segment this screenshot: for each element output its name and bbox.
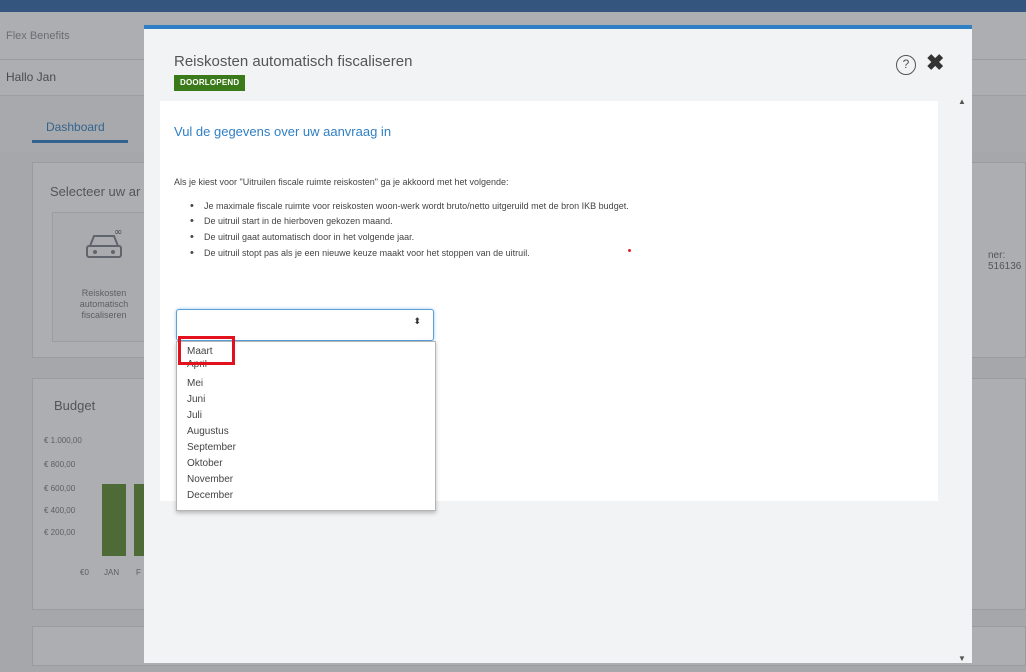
month-option-juli[interactable]: Juli [177,408,435,424]
scroll-up-icon[interactable]: ▲ [958,97,966,106]
scroll-down-icon[interactable]: ▼ [958,654,966,663]
list-item: De uitruil stopt pas als je een nieuwe k… [190,247,750,259]
month-option-juni[interactable]: Juni [177,392,435,408]
list-item: De uitruil gaat automatisch door in het … [190,231,750,243]
month-option-december[interactable]: December [177,488,435,504]
close-icon[interactable]: ✖ [926,51,944,75]
month-option-november[interactable]: November [177,472,435,488]
month-option-mei[interactable]: Mei [177,376,435,392]
list-item: De uitruil start in de hierboven gekozen… [190,215,750,227]
intro-text: Als je kiest voor "Uitruilen fiscale rui… [174,177,509,187]
modal-title: Reiskosten automatisch fiscaliseren [174,53,413,70]
list-item: Je maximale fiscale ruimte voor reiskost… [190,200,750,212]
conditions-list: Je maximale fiscale ruimte voor reiskost… [190,200,750,263]
month-option-oktober[interactable]: Oktober [177,456,435,472]
form-heading: Vul de gegevens over uw aanvraag in [174,124,392,139]
select-arrows-icon: ⬍ [413,316,421,326]
help-icon[interactable]: ? [896,55,916,75]
modal-scrollbar[interactable]: ▲ ▼ [956,97,970,667]
status-badge: DOORLOPEND [174,75,246,91]
month-dropdown-list: Maart April Mei Juni Juli Augustus Septe… [176,341,436,511]
month-option-augustus[interactable]: Augustus [177,424,435,440]
highlight-annotation [178,336,235,365]
red-dot-marker [628,249,631,252]
month-option-september[interactable]: September [177,440,435,456]
